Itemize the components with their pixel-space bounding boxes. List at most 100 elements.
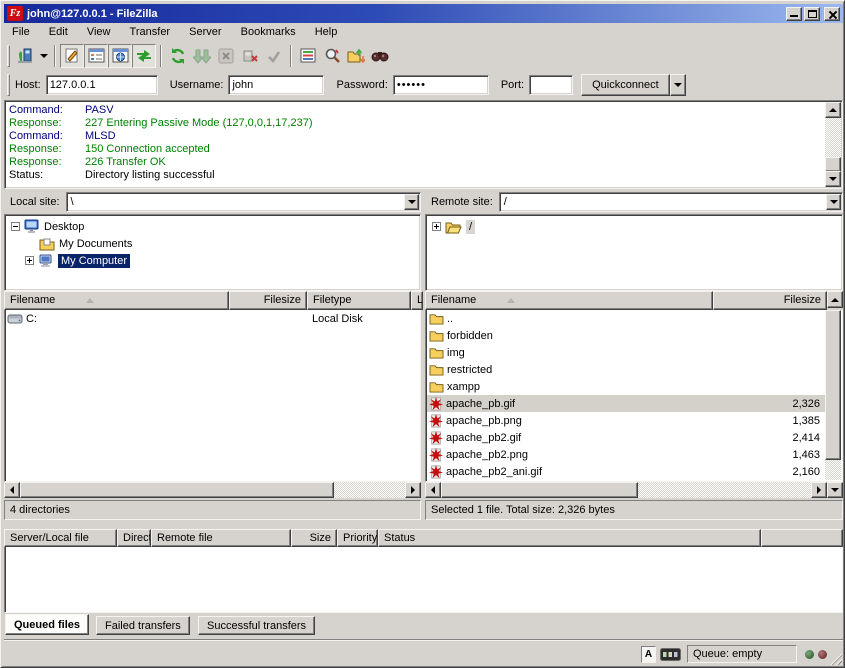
local-scroll-right-button[interactable] — [405, 482, 421, 498]
remote-file-row[interactable]: img — [427, 344, 828, 361]
remote-tree-toggle-icon — [112, 47, 129, 64]
remote-file-row[interactable]: forbidden — [427, 327, 828, 344]
tab-failed-transfers[interactable]: Failed transfers — [96, 616, 190, 635]
local-tree: Desktop My Documents My Computer — [4, 214, 421, 291]
tree-item-my-documents[interactable]: My Documents — [5, 235, 420, 252]
log-scrollbar-thumb[interactable] — [825, 157, 841, 172]
remote-file-row[interactable]: apache_pb.png 1,385 — [427, 412, 828, 429]
queue-toggle-button[interactable] — [132, 44, 156, 68]
queue-col-empty[interactable] — [761, 529, 843, 547]
host-input-wrap — [46, 75, 158, 95]
remote-file-row[interactable]: .. — [427, 310, 828, 327]
menu-view[interactable]: View — [79, 23, 119, 41]
local-site-dropdown-button[interactable] — [404, 194, 419, 210]
compare-button[interactable] — [344, 44, 368, 68]
queue-col-size[interactable]: Size — [291, 529, 337, 547]
menu-help[interactable]: Help — [307, 23, 346, 41]
maximize-button[interactable] — [804, 7, 820, 21]
tab-queued-files[interactable]: Queued files — [5, 614, 89, 635]
menu-edit[interactable]: Edit — [41, 23, 76, 41]
collapse-icon[interactable] — [11, 222, 20, 231]
find-button[interactable] — [368, 44, 392, 68]
tree-item-my-computer[interactable]: My Computer — [5, 252, 420, 269]
local-site-combo[interactable]: \ — [66, 192, 421, 212]
process-queue-button[interactable] — [190, 44, 214, 68]
disconnect-button[interactable] — [238, 44, 262, 68]
file-type: Local Disk — [308, 313, 412, 325]
toolbar-gripper[interactable] — [7, 45, 10, 67]
port-input[interactable] — [530, 76, 572, 94]
remote-scroll-down-button[interactable] — [827, 482, 843, 498]
menu-server[interactable]: Server — [181, 23, 229, 41]
local-col-truncated[interactable]: L — [411, 291, 423, 310]
local-scroll-left-button[interactable] — [4, 482, 20, 498]
remote-file-row[interactable]: restricted — [427, 361, 828, 378]
my-computer-icon — [38, 254, 54, 268]
remote-scroll-right-button[interactable] — [811, 482, 827, 498]
close-button[interactable] — [824, 7, 840, 21]
username-input[interactable] — [229, 76, 323, 94]
file-search-button[interactable] — [320, 44, 344, 68]
reconnect-button[interactable] — [262, 44, 286, 68]
remote-file-row[interactable]: apache_pb2.gif 2,414 — [427, 429, 828, 446]
queue-list[interactable] — [4, 547, 843, 613]
host-input[interactable] — [47, 76, 157, 94]
refresh-button[interactable] — [166, 44, 190, 68]
expand-icon[interactable] — [432, 222, 441, 231]
queue-col-server-local[interactable]: Server/Local file — [4, 529, 117, 547]
logview-toggle-button[interactable] — [60, 44, 84, 68]
queue-col-priority[interactable]: Priority — [337, 529, 378, 547]
menu-file[interactable]: File — [4, 23, 38, 41]
password-label: Password: — [336, 79, 387, 91]
minimize-button[interactable] — [786, 7, 802, 21]
tree-item-label-selected: My Computer — [58, 254, 130, 268]
remote-col-filesize[interactable]: Filesize — [713, 291, 827, 310]
remote-scroll-left-button[interactable] — [425, 482, 441, 498]
quickconnect-button[interactable]: Quickconnect — [581, 74, 670, 96]
local-col-filetype[interactable]: Filetype — [307, 291, 411, 310]
log-scroll-up-button[interactable] — [825, 102, 841, 118]
log-scroll-down-button[interactable] — [825, 171, 841, 187]
expand-icon[interactable] — [25, 256, 34, 265]
cancel-icon — [218, 48, 234, 64]
remote-file-row[interactable]: apache_pb2.png 1,463 — [427, 446, 828, 463]
queue-col-status[interactable]: Status — [378, 529, 761, 547]
remote-hscroll-thumb[interactable] — [441, 482, 638, 498]
title-bar[interactable]: Fz john@127.0.0.1 - FileZilla — [4, 4, 843, 23]
remote-site-bar: Remote site: / — [425, 191, 843, 213]
local-tree-toggle-button[interactable] — [84, 44, 108, 68]
queue-col-remote-file[interactable]: Remote file — [151, 529, 291, 547]
password-input[interactable] — [394, 76, 488, 94]
file-size: 1,463 — [718, 449, 828, 461]
window-title: john@127.0.0.1 - FileZilla — [27, 8, 782, 20]
remote-vscroll-thumb[interactable] — [825, 310, 841, 460]
quickconnect-dropdown-button[interactable] — [670, 74, 686, 96]
local-hscroll-thumb[interactable] — [20, 482, 334, 498]
site-manager-dropdown-button[interactable] — [37, 44, 50, 68]
remote-file-row[interactable]: apache_pb2_ani.gif 2,160 — [427, 463, 828, 480]
remote-file-row-selected[interactable]: apache_pb.gif 2,326 — [427, 395, 828, 412]
remote-file-row[interactable]: xampp — [427, 378, 828, 395]
remote-scroll-up-button[interactable] — [827, 291, 843, 308]
menu-bookmarks[interactable]: Bookmarks — [233, 23, 304, 41]
remote-col-filename[interactable]: Filename — [425, 291, 713, 310]
local-col-filesize[interactable]: Filesize — [229, 291, 307, 310]
tree-item-root[interactable]: / — [426, 218, 842, 235]
filter-button[interactable] — [296, 44, 320, 68]
menu-transfer[interactable]: Transfer — [122, 23, 179, 41]
tree-item-desktop[interactable]: Desktop — [5, 218, 420, 235]
quickconnect-gripper[interactable] — [7, 74, 10, 96]
remote-hscrollbar — [425, 482, 843, 498]
toolbar-separator — [54, 45, 56, 67]
local-tree-toggle-icon — [88, 47, 105, 64]
remote-site-dropdown-button[interactable] — [826, 194, 841, 210]
queue-col-direction[interactable]: Directi... — [117, 529, 151, 547]
local-col-filename[interactable]: Filename — [4, 291, 229, 310]
cancel-button[interactable] — [214, 44, 238, 68]
remote-site-combo[interactable]: / — [499, 192, 843, 212]
tab-successful-transfers[interactable]: Successful transfers — [198, 616, 315, 635]
site-manager-button[interactable] — [13, 44, 37, 68]
local-file-row[interactable]: C: Local Disk — [5, 310, 420, 327]
remote-tree-toggle-button[interactable] — [108, 44, 132, 68]
tree-item-label: My Documents — [59, 238, 132, 250]
